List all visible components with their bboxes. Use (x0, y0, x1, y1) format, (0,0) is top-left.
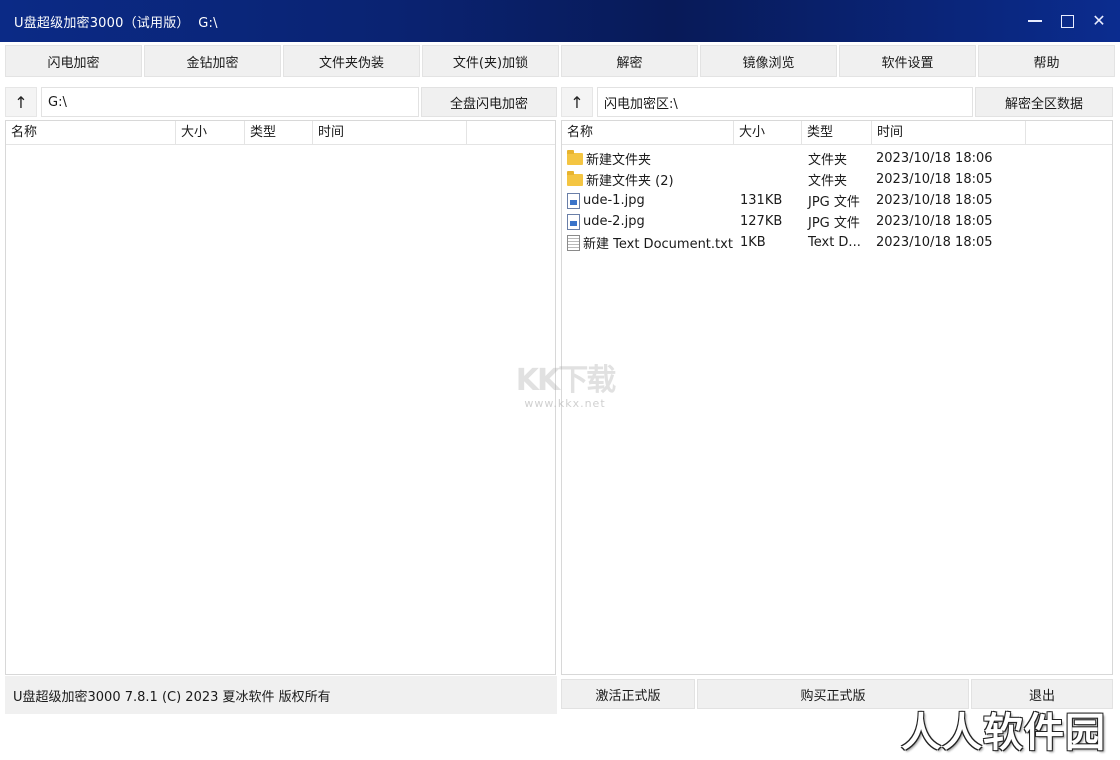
activate-button[interactable]: 激活正式版 (561, 679, 695, 709)
left-path-bar: ↑ G:\ 全盘闪电加密 (5, 87, 557, 117)
right-list-header: 名称 大小 类型 时间 (562, 121, 1112, 145)
main-toolbar: 闪电加密 金钻加密 文件夹伪装 文件(夹)加锁 解密 镜像浏览 软件设置 帮助 (5, 45, 1115, 77)
full-disk-flash-encrypt-button[interactable]: 全盘闪电加密 (421, 87, 557, 117)
right-up-arrow-icon[interactable]: ↑ (561, 87, 593, 117)
image-file-icon (567, 192, 580, 209)
file-row[interactable]: ude-2.jpg 127KB JPG 文件 2023/10/18 18:05 (562, 211, 1112, 232)
right-path-input[interactable]: 闪电加密区:\ (597, 87, 973, 117)
file-type: JPG 文件 (808, 216, 860, 231)
file-time: 2023/10/18 18:05 (876, 172, 993, 187)
file-type: 文件夹 (808, 153, 848, 168)
right-path-bar: ↑ 闪电加密区:\ 解密全区数据 (561, 87, 1113, 117)
help-button[interactable]: 帮助 (978, 45, 1115, 77)
file-type: Text D... (808, 235, 861, 250)
file-type: 文件夹 (808, 174, 848, 189)
column-header-size[interactable]: 大小 (176, 121, 245, 145)
column-header-time[interactable]: 时间 (872, 121, 1026, 145)
left-list-header: 名称 大小 类型 时间 (6, 121, 555, 145)
image-browse-button[interactable]: 镜像浏览 (700, 45, 837, 77)
decrypt-button[interactable]: 解密 (561, 45, 698, 77)
file-size: 1KB (740, 235, 766, 250)
folder-icon (567, 149, 583, 165)
file-row[interactable]: 新建 Text Document.txt 1KB Text D... 2023/… (562, 232, 1112, 253)
file-name: 新建 Text Document.txt (583, 237, 733, 252)
left-path-input[interactable]: G:\ (41, 87, 419, 117)
column-header-type[interactable]: 类型 (245, 121, 313, 145)
file-size: 131KB (740, 193, 783, 208)
flash-encrypt-button[interactable]: 闪电加密 (5, 45, 142, 77)
file-name: 新建文件夹 (2) (586, 174, 674, 189)
folder-icon (567, 170, 583, 186)
decrypt-all-data-button[interactable]: 解密全区数据 (975, 87, 1113, 117)
left-file-list[interactable]: 名称 大小 类型 时间 (5, 120, 556, 675)
folder-disguise-button[interactable]: 文件夹伪装 (283, 45, 420, 77)
file-name: ude-2.jpg (583, 214, 645, 229)
copyright-text: U盘超级加密3000 7.8.1 (C) 2023 夏冰软件 版权所有 (13, 689, 331, 705)
window-controls: ✕ (998, 0, 1108, 42)
column-header-name[interactable]: 名称 (6, 121, 176, 145)
right-file-list[interactable]: 名称 大小 类型 时间 新建文件夹 文件夹 2023/10/18 18:06 新… (561, 120, 1113, 675)
diamond-encrypt-button[interactable]: 金钻加密 (144, 45, 281, 77)
corner-watermark: 人人软件园 (901, 710, 1106, 756)
file-time: 2023/10/18 18:05 (876, 214, 993, 229)
file-size: 127KB (740, 214, 783, 229)
left-up-arrow-icon[interactable]: ↑ (5, 87, 37, 117)
file-lock-button[interactable]: 文件(夹)加锁 (422, 45, 559, 77)
status-bar: U盘超级加密3000 7.8.1 (C) 2023 夏冰软件 版权所有 (5, 676, 557, 714)
file-time: 2023/10/18 18:05 (876, 235, 993, 250)
file-name: 新建文件夹 (586, 153, 652, 168)
file-row[interactable]: 新建文件夹 (2) 文件夹 2023/10/18 18:05 (562, 169, 1112, 190)
settings-button[interactable]: 软件设置 (839, 45, 976, 77)
column-header-size[interactable]: 大小 (734, 121, 802, 145)
window-title: U盘超级加密3000（试用版） G:\ (14, 15, 218, 31)
text-file-icon (567, 234, 580, 251)
file-time: 2023/10/18 18:05 (876, 193, 993, 208)
file-type: JPG 文件 (808, 195, 860, 210)
title-bar: U盘超级加密3000（试用版） G:\ ✕ (0, 0, 1120, 42)
hamburger-menu-icon[interactable] (998, 15, 1012, 27)
image-file-icon (567, 213, 580, 230)
file-row[interactable]: 新建文件夹 文件夹 2023/10/18 18:06 (562, 148, 1112, 169)
file-time: 2023/10/18 18:06 (876, 151, 993, 166)
column-header-name[interactable]: 名称 (562, 121, 734, 145)
right-rows: 新建文件夹 文件夹 2023/10/18 18:06 新建文件夹 (2) 文件夹… (562, 145, 1112, 253)
close-icon[interactable]: ✕ (1090, 12, 1108, 30)
column-header-time[interactable]: 时间 (313, 121, 467, 145)
column-header-type[interactable]: 类型 (802, 121, 872, 145)
minimize-icon[interactable] (1026, 12, 1044, 30)
file-row[interactable]: ude-1.jpg 131KB JPG 文件 2023/10/18 18:05 (562, 190, 1112, 211)
file-name: ude-1.jpg (583, 193, 645, 208)
maximize-icon[interactable] (1058, 12, 1076, 30)
